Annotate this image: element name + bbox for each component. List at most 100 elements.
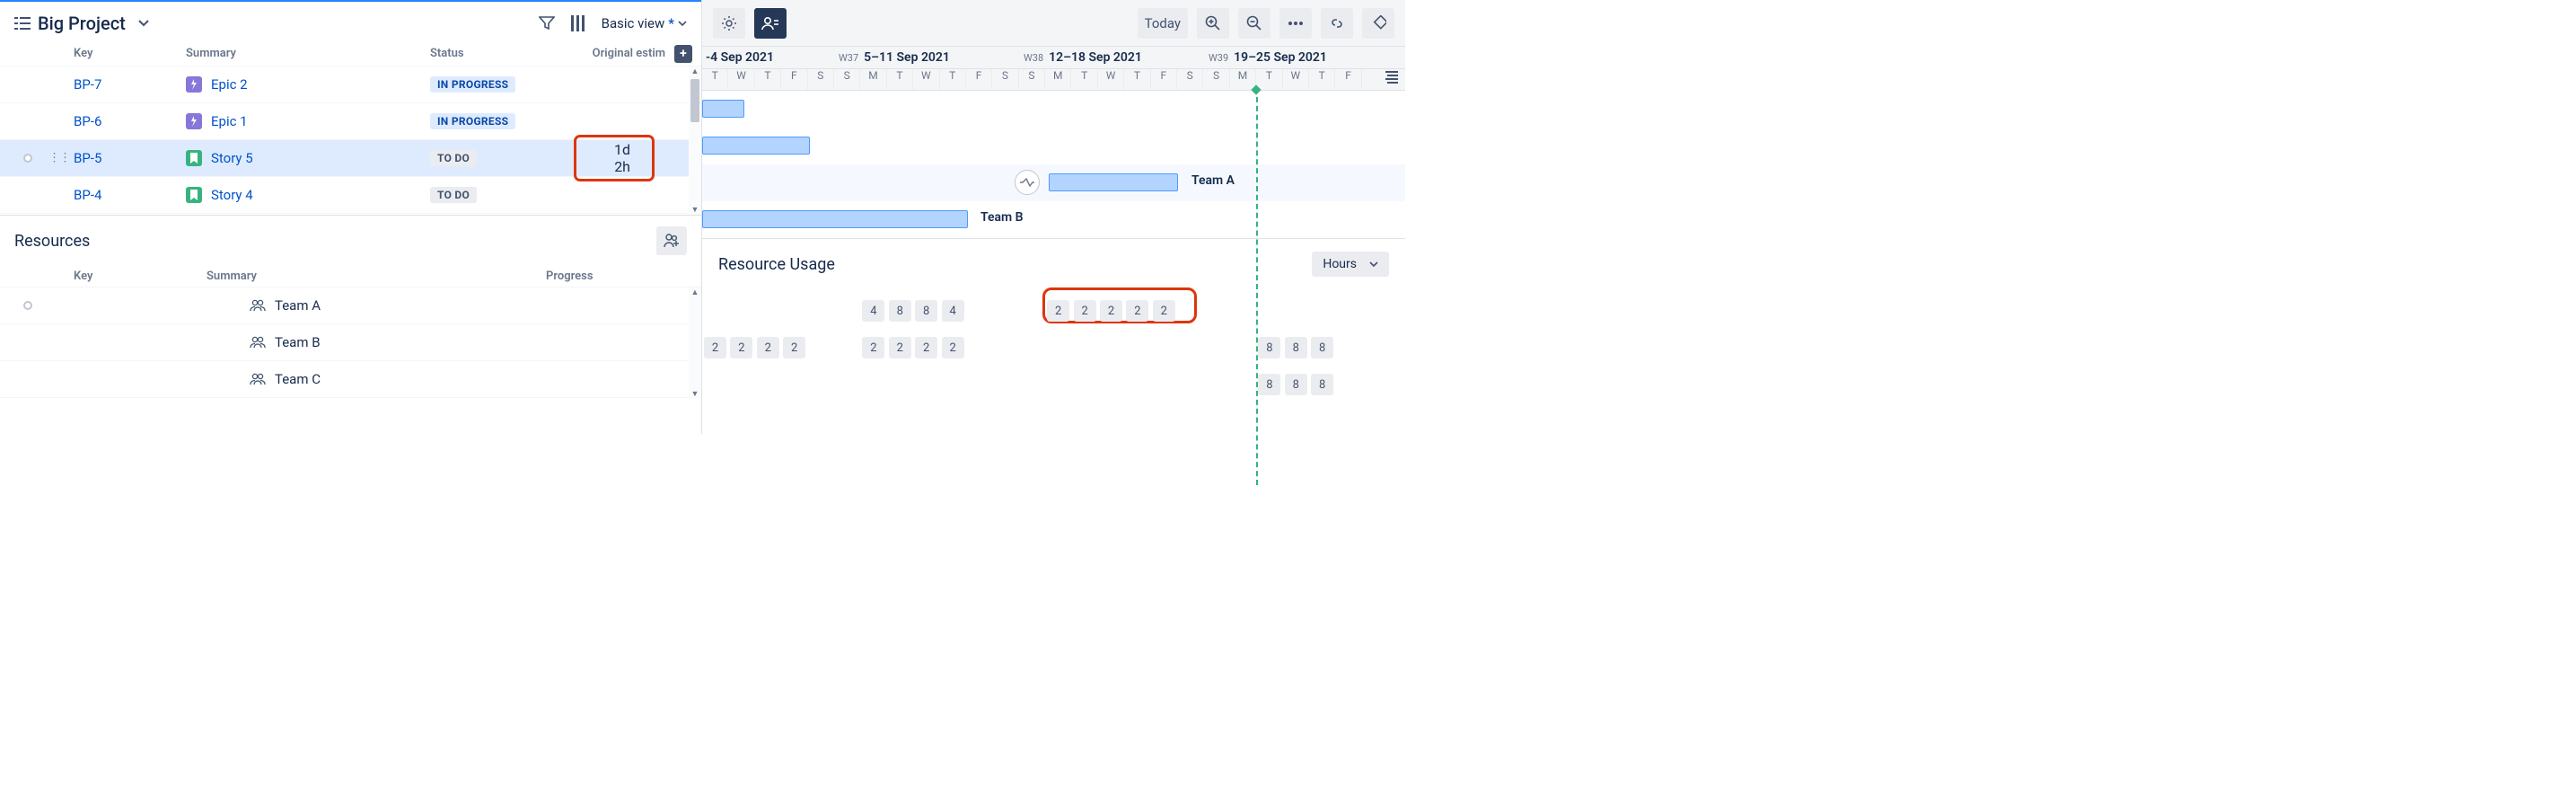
drag-handle-icon[interactable]: ⋮⋮: [48, 152, 70, 165]
layers-icon[interactable]: [1384, 70, 1400, 84]
issue-key[interactable]: BP-6: [74, 113, 186, 129]
resource-row[interactable]: Team C: [0, 361, 701, 398]
scroll-up-icon[interactable]: ▲: [689, 287, 701, 297]
status-badge[interactable]: TO DO: [430, 187, 477, 203]
usage-cell[interactable]: 2: [1153, 300, 1175, 322]
issue-key[interactable]: BP-7: [74, 76, 186, 93]
issue-summary[interactable]: Epic 2: [211, 76, 248, 93]
issue-key[interactable]: BP-5: [74, 150, 186, 166]
status-badge[interactable]: TO DO: [430, 150, 477, 166]
gantt-bar-bp4[interactable]: [702, 210, 968, 228]
day-header-cell: F: [1151, 69, 1177, 90]
usage-cell[interactable]: 2: [942, 337, 964, 358]
scroll-down-icon[interactable]: ▼: [689, 205, 701, 215]
zoom-in-button[interactable]: [1197, 8, 1229, 39]
resource-row[interactable]: Team A: [0, 287, 701, 324]
scroll-thumb[interactable]: [690, 79, 699, 122]
filter-icon[interactable]: [539, 15, 555, 31]
usage-cell[interactable]: 4: [942, 300, 964, 322]
issue-summary[interactable]: Epic 1: [211, 113, 248, 129]
table-row[interactable]: BP-7 Epic 2 IN PROGRESS: [0, 66, 701, 103]
milestones-button[interactable]: [1362, 8, 1394, 39]
day-header-cell: S: [834, 69, 860, 90]
usage-cell[interactable]: 8: [1285, 374, 1307, 395]
usage-cell[interactable]: 2: [704, 337, 726, 358]
more-menu-button[interactable]: [1279, 8, 1312, 39]
usage-cell[interactable]: 2: [862, 337, 884, 358]
res-col-progress[interactable]: Progress: [546, 270, 593, 283]
zoom-out-button[interactable]: [1238, 8, 1270, 39]
usage-cell[interactable]: 4: [862, 300, 884, 322]
usage-cell[interactable]: 8: [889, 300, 911, 322]
res-col-summary[interactable]: Summary: [207, 270, 546, 283]
bar-label-team-b: Team B: [980, 210, 1024, 225]
gantt-bar-bp5[interactable]: [1049, 173, 1178, 191]
scrollbar[interactable]: ▲ ▼: [689, 287, 701, 399]
team-icon: [250, 336, 266, 349]
sprint-icon[interactable]: [1015, 170, 1040, 195]
week-label: W37: [839, 52, 858, 64]
table-row[interactable]: ⋮⋮BP-5Story 5TO DO1d 2h: [0, 140, 701, 177]
usage-cell[interactable]: 8: [1285, 337, 1307, 358]
usage-cell[interactable]: 2: [730, 337, 752, 358]
usage-cell[interactable]: 2: [889, 337, 911, 358]
story-icon: [186, 187, 202, 203]
usage-cell[interactable]: 8: [915, 300, 937, 322]
usage-title: Resource Usage: [718, 255, 835, 274]
col-status[interactable]: Status: [430, 47, 574, 60]
dependencies-button[interactable]: [1321, 8, 1353, 39]
assignee-view-button[interactable]: [754, 8, 787, 39]
resources-title: Resources: [14, 232, 90, 251]
usage-cell[interactable]: 2: [1126, 300, 1148, 322]
usage-cell[interactable]: 2: [1100, 300, 1122, 322]
usage-cell[interactable]: 2: [783, 337, 805, 358]
settings-button[interactable]: [713, 8, 745, 39]
issue-summary[interactable]: Story 4: [211, 187, 253, 203]
usage-cell[interactable]: 2: [915, 337, 937, 358]
usage-cell[interactable]: 8: [1258, 337, 1280, 358]
resource-name: Team A: [275, 297, 321, 314]
col-key[interactable]: Key: [74, 47, 186, 60]
day-header-cell: W: [1098, 69, 1124, 90]
status-badge[interactable]: IN PROGRESS: [430, 113, 515, 129]
issue-summary[interactable]: Story 5: [211, 150, 253, 166]
usage-cell[interactable]: 2: [757, 337, 779, 358]
res-col-key[interactable]: Key: [74, 270, 207, 283]
day-header-cell: M: [1045, 69, 1071, 90]
usage-cell[interactable]: 8: [1258, 374, 1280, 395]
add-column-button[interactable]: +: [674, 45, 692, 63]
project-title[interactable]: Big Project: [14, 13, 149, 34]
usage-row: 888: [718, 367, 1389, 403]
usage-cell[interactable]: 8: [1311, 374, 1333, 395]
columns-icon[interactable]: [571, 15, 585, 31]
resource-row[interactable]: Team B: [0, 324, 701, 361]
today-button[interactable]: Today: [1138, 8, 1188, 39]
issue-key[interactable]: BP-4: [74, 187, 186, 203]
gantt-bar-bp6[interactable]: [702, 137, 810, 155]
usage-cell[interactable]: 8: [1311, 337, 1333, 358]
resources-people-button[interactable]: [656, 226, 687, 255]
scroll-up-icon[interactable]: ▲: [689, 66, 701, 76]
day-header-cell: W: [728, 69, 754, 90]
status-badge[interactable]: IN PROGRESS: [430, 76, 515, 93]
scrollbar[interactable]: ▲ ▼: [689, 66, 701, 215]
usage-cell[interactable]: 2: [1074, 300, 1096, 322]
estimate-cell[interactable]: 1d 2h: [574, 135, 701, 181]
col-summary[interactable]: Summary: [186, 47, 430, 60]
view-selector[interactable]: Basic view*: [602, 15, 687, 31]
week-label: W39: [1209, 52, 1228, 64]
usage-row: 22222222888: [718, 330, 1389, 367]
row-selector[interactable]: [23, 154, 32, 163]
day-header-cell: F: [966, 69, 992, 90]
usage-units-select[interactable]: Hours: [1312, 252, 1389, 277]
gantt-bar-bp7[interactable]: [702, 100, 744, 118]
day-header-cell: T: [1256, 69, 1282, 90]
scroll-down-icon[interactable]: ▼: [689, 389, 701, 399]
view-label: Basic view: [602, 15, 665, 31]
table-row[interactable]: BP-4 Story 4 TO DO: [0, 177, 701, 214]
day-header-cell: W: [1283, 69, 1309, 90]
week-range: 12–18 Sep 2021: [1049, 50, 1142, 65]
row-selector[interactable]: [23, 301, 32, 310]
epic-icon: [186, 113, 202, 129]
usage-cell[interactable]: 2: [1047, 300, 1069, 322]
